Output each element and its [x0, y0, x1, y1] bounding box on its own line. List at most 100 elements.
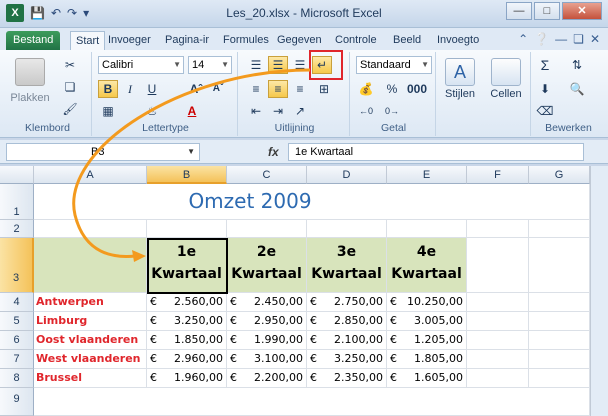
comma-style-icon[interactable]: 000 [406, 80, 427, 98]
value-cell[interactable]: €2.750,00 [307, 293, 387, 312]
vertical-scrollbar[interactable] [590, 166, 608, 416]
increase-decimal-icon[interactable]: ←0 [356, 102, 376, 120]
value-cell[interactable]: €3.250,00 [307, 350, 387, 369]
cell[interactable] [529, 312, 590, 331]
row-header-7[interactable]: 7 [0, 350, 34, 369]
bold-button[interactable]: B [98, 80, 118, 98]
region-cell[interactable]: Brussel [34, 369, 147, 388]
currency-icon[interactable]: 💰 [356, 80, 376, 98]
cut-icon[interactable]: ✂ [60, 56, 80, 74]
cell[interactable] [467, 312, 529, 331]
value-cell[interactable]: €1.605,00 [387, 369, 467, 388]
sheet-title[interactable]: Omzet 2009 [150, 184, 350, 218]
format-painter-icon[interactable]: 🖌 [60, 100, 80, 118]
increase-indent-icon[interactable]: ⇥ [268, 102, 288, 120]
row-header-5[interactable]: 5 [0, 312, 34, 331]
row-9-cells[interactable] [34, 388, 590, 416]
autosum-icon[interactable]: Σ [535, 56, 555, 74]
select-all-corner[interactable] [0, 166, 34, 184]
value-cell[interactable]: €2.100,00 [307, 331, 387, 350]
worksheet-grid[interactable]: A B C D E F G 1 2 3 4 5 6 7 8 9 Omzet 20… [0, 166, 608, 416]
minimize-ribbon-icon[interactable]: ⌃ [518, 32, 528, 46]
align-center-icon[interactable]: ≡ [268, 80, 288, 98]
row-header-2[interactable]: 2 [0, 220, 34, 238]
merge-center-icon[interactable]: ⊞ [314, 80, 334, 98]
tab-controleren[interactable]: Controle [330, 31, 382, 50]
tab-gegevens[interactable]: Gegeven [272, 31, 327, 50]
value-cell[interactable]: €1.805,00 [387, 350, 467, 369]
cell[interactable] [227, 220, 307, 238]
column-header-e[interactable]: E [387, 166, 467, 184]
tab-pagina-indeling[interactable]: Pagina-ir [160, 31, 214, 50]
borders-icon[interactable]: ▦ [98, 102, 118, 120]
value-cell[interactable]: €1.960,00 [147, 369, 227, 388]
paste-button[interactable]: Plakken [8, 58, 52, 104]
cell[interactable] [467, 238, 529, 293]
cell[interactable] [467, 293, 529, 312]
cell[interactable] [529, 331, 590, 350]
minimize-button[interactable]: — [506, 2, 532, 20]
row-header-9[interactable]: 9 [0, 388, 34, 416]
formula-input[interactable]: 1e Kwartaal [288, 143, 584, 161]
cell[interactable] [529, 350, 590, 369]
region-cell[interactable]: West vlaanderen [34, 350, 147, 369]
find-select-icon[interactable]: 🔍 [567, 80, 587, 98]
value-cell[interactable]: €2.560,00 [147, 293, 227, 312]
font-size-select[interactable]: 14 ▼ [188, 56, 232, 74]
cell[interactable] [529, 293, 590, 312]
clear-icon[interactable]: ⌫ [535, 102, 555, 120]
workbook-minimize-icon[interactable]: — [555, 32, 567, 46]
tab-start[interactable]: Start [70, 31, 106, 50]
tab-formules[interactable]: Formules [218, 31, 274, 50]
help-icon[interactable]: ❔ [534, 32, 549, 46]
fill-color-icon[interactable]: ♨ [142, 102, 162, 120]
insert-function-icon[interactable]: fx [268, 145, 279, 159]
workbook-close-icon[interactable]: ✕ [590, 32, 600, 46]
sort-filter-icon[interactable]: ⇅ [567, 56, 587, 74]
tab-beeld[interactable]: Beeld [388, 31, 426, 50]
region-cell[interactable]: Antwerpen [34, 293, 147, 312]
styles-button[interactable]: A Stijlen [440, 58, 480, 100]
row-header-8[interactable]: 8 [0, 369, 34, 388]
cell[interactable] [529, 220, 590, 238]
region-cell[interactable]: Oost vlaanderen [34, 331, 147, 350]
region-cell[interactable]: Limburg [34, 312, 147, 331]
column-header-a[interactable]: A [34, 166, 147, 184]
row-header-4[interactable]: 4 [0, 293, 34, 312]
cells-button[interactable]: Cellen [486, 58, 526, 100]
italic-button[interactable]: I [120, 80, 140, 98]
decrease-decimal-icon[interactable]: 0→ [382, 102, 402, 120]
row-header-3[interactable]: 3 [0, 238, 34, 293]
column-header-b[interactable]: B [147, 166, 227, 184]
align-left-icon[interactable]: ≡ [246, 80, 266, 98]
shrink-font-icon[interactable]: Aˇ [208, 80, 228, 98]
workbook-restore-icon[interactable]: ❏ [573, 32, 584, 46]
value-cell[interactable]: €2.950,00 [227, 312, 307, 331]
font-name-select[interactable]: Calibri ▼ [98, 56, 184, 74]
value-cell[interactable]: €1.990,00 [227, 331, 307, 350]
align-middle-icon[interactable]: ☰ [268, 56, 288, 74]
value-cell[interactable]: €1.205,00 [387, 331, 467, 350]
align-bottom-icon[interactable]: ☰ [290, 56, 310, 74]
cell[interactable] [467, 369, 529, 388]
fill-icon[interactable]: ⬇ [535, 80, 555, 98]
decrease-indent-icon[interactable]: ⇤ [246, 102, 266, 120]
column-header-c[interactable]: C [227, 166, 307, 184]
quarter-header-2[interactable]: 2e Kwartaal [227, 238, 307, 293]
underline-button[interactable]: U [142, 80, 162, 98]
cell[interactable] [34, 220, 147, 238]
value-cell[interactable]: €1.850,00 [147, 331, 227, 350]
column-header-g[interactable]: G [529, 166, 590, 184]
cell[interactable] [467, 331, 529, 350]
name-box[interactable]: B3 ▼ [6, 143, 200, 161]
value-cell[interactable]: €2.850,00 [307, 312, 387, 331]
value-cell[interactable]: €3.100,00 [227, 350, 307, 369]
align-top-icon[interactable]: ☰ [246, 56, 266, 74]
copy-icon[interactable]: ❏ [60, 78, 80, 96]
value-cell[interactable]: €2.450,00 [227, 293, 307, 312]
align-right-icon[interactable]: ≡ [290, 80, 310, 98]
quarter-header-4[interactable]: 4e Kwartaal [387, 238, 467, 293]
value-cell[interactable]: €2.200,00 [227, 369, 307, 388]
value-cell[interactable]: €2.960,00 [147, 350, 227, 369]
maximize-button[interactable]: □ [534, 2, 560, 20]
